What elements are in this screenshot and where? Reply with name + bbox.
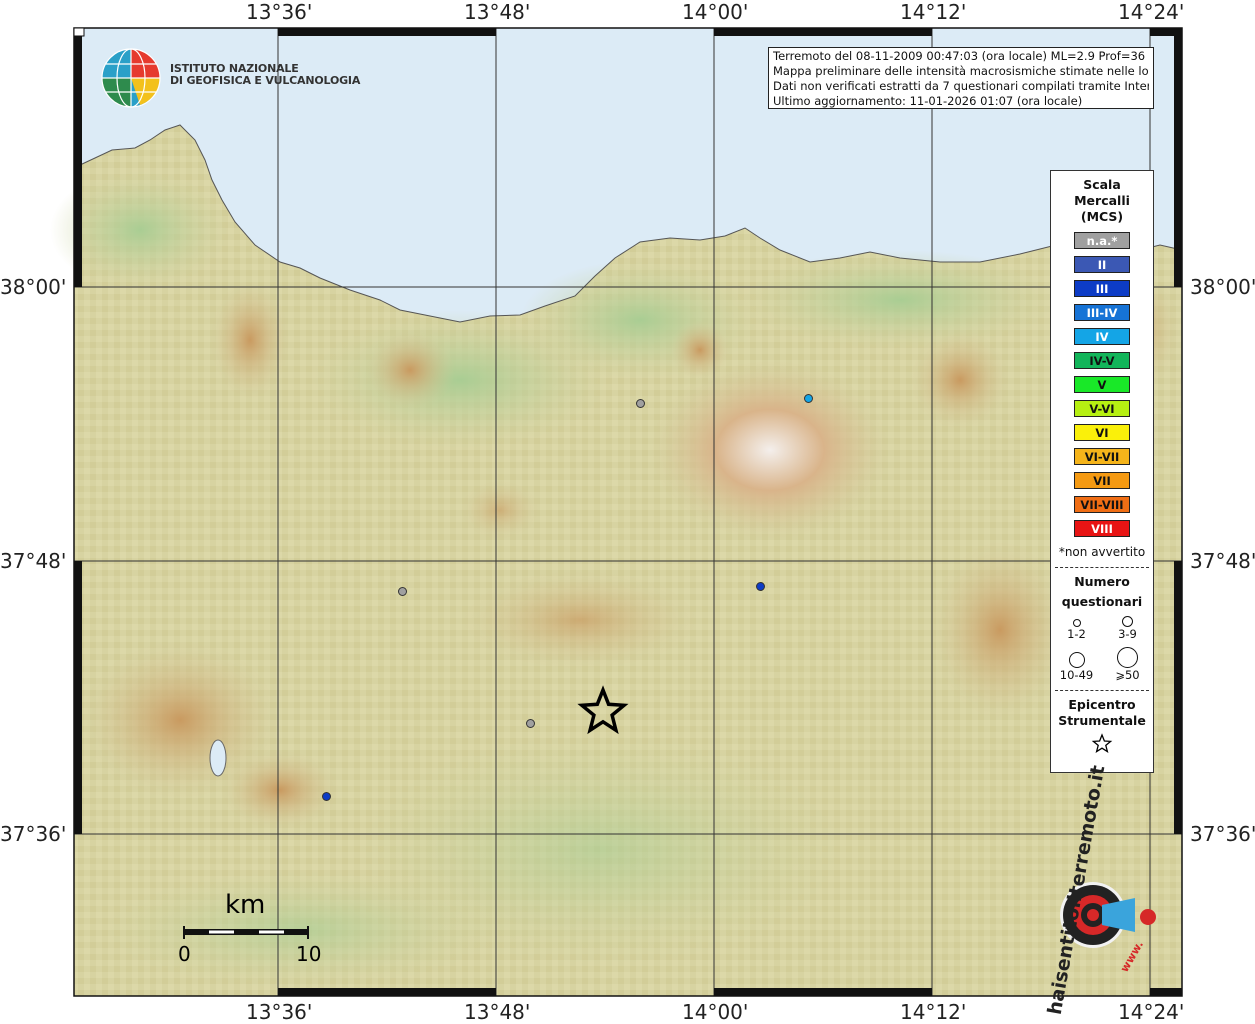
- count-label: 3-9: [1118, 627, 1137, 641]
- count-label: 10-49: [1059, 668, 1094, 682]
- intensity-swatch: IV-V: [1074, 352, 1130, 369]
- lon-label-bottom-3: 14°00': [682, 1000, 749, 1024]
- lat-label-right-3: 37°36': [1190, 822, 1255, 846]
- legend-note: *non avvertito: [1058, 545, 1146, 559]
- intensity-swatch: VI: [1074, 424, 1130, 441]
- epi-title-1: Epicentro: [1068, 697, 1136, 712]
- lat-label-left-2: 37°48': [0, 549, 67, 573]
- intensity-swatch: VIII: [1074, 520, 1130, 537]
- observation-point[interactable]: [398, 587, 407, 596]
- scale-start: 0: [178, 942, 191, 966]
- lat-label-right-1: 38°00': [1190, 275, 1255, 299]
- lat-label-left-1: 38°00': [0, 275, 67, 299]
- lon-label-bottom-2: 13°48': [464, 1000, 531, 1024]
- circle-xlarge-icon: [1117, 647, 1138, 668]
- lon-label-bottom-5: 14°24': [1118, 1000, 1185, 1024]
- lat-label-left-3: 37°36': [0, 822, 67, 846]
- count-title-2: questionari: [1061, 594, 1143, 609]
- intensity-swatch: III: [1074, 280, 1130, 297]
- observation-point[interactable]: [322, 792, 331, 801]
- intensity-swatch: III-IV: [1074, 304, 1130, 321]
- earthquake-info-box: Terremoto del 08-11-2009 00:47:03 (ora l…: [768, 47, 1154, 109]
- ingv-globe-icon: [101, 48, 161, 108]
- lon-label-bottom-1: 13°36': [246, 1000, 313, 1024]
- circle-medium-icon: [1122, 616, 1133, 627]
- intensity-swatch: VI-VII: [1074, 448, 1130, 465]
- info-line-1: Terremoto del 08-11-2009 00:47:03 (ora l…: [773, 49, 1149, 63]
- intensity-swatch: IV: [1074, 328, 1130, 345]
- legend-divider: [1055, 690, 1149, 691]
- scale-end: 10: [296, 942, 322, 966]
- lon-label-top-1: 13°36': [246, 0, 313, 24]
- legend-divider: [1055, 567, 1149, 568]
- observation-point[interactable]: [636, 399, 645, 408]
- legend-title-1: Scala: [1083, 177, 1121, 192]
- lon-label-top-4: 14°12': [900, 0, 967, 24]
- scale-bar: km 0 10: [178, 890, 322, 970]
- scale-unit: km: [225, 890, 266, 920]
- ingv-logo-text: ISTITUTO NAZIONALE DI GEOFISICA E VULCAN…: [170, 63, 360, 87]
- intensity-swatch: V: [1074, 376, 1130, 393]
- lon-label-bottom-4: 14°12': [900, 1000, 967, 1024]
- info-line-3: Dati non verificati estratti da 7 questi…: [773, 79, 1149, 93]
- info-line-2: Mappa preliminare delle intensità macros…: [773, 64, 1149, 78]
- info-line-4: Ultimo aggiornamento: 11-01-2026 01:07 (…: [773, 94, 1083, 108]
- lake: [209, 739, 227, 777]
- intensity-swatch: n.a.*: [1074, 232, 1130, 249]
- circle-large-icon: [1068, 652, 1085, 668]
- star-icon: [1091, 733, 1113, 754]
- circle-small-icon: [1072, 619, 1081, 627]
- observation-point[interactable]: [526, 719, 535, 728]
- lon-label-top-3: 14°00': [682, 0, 749, 24]
- count-label: ⩾50: [1115, 668, 1140, 682]
- lon-label-top-5: 14°24': [1118, 0, 1185, 24]
- observation-point[interactable]: [756, 582, 765, 591]
- intensity-swatch: VII: [1074, 472, 1130, 489]
- legend-panel: Scala Mercalli (MCS) n.a.* II III III-IV IV I…: [1050, 170, 1154, 773]
- count-title-1: Numero: [1074, 574, 1130, 589]
- logo-line-2: DI GEOFISICA E VULCANOLOGIA: [170, 74, 361, 87]
- legend-title-2: Mercalli: [1074, 193, 1130, 208]
- lon-label-top-2: 13°48': [464, 0, 531, 24]
- intensity-scale: n.a.* II III III-IV IV IV-V V V-VI VI VI-VII VII VI…: [1051, 232, 1153, 537]
- lat-label-right-2: 37°48': [1190, 549, 1255, 573]
- count-label: 1-2: [1067, 627, 1086, 641]
- legend-title-3: (MCS): [1080, 209, 1124, 224]
- count-symbols: 1-2 3-9 10-49 ⩾50: [1051, 616, 1153, 682]
- intensity-swatch: VII-VIII: [1074, 496, 1130, 513]
- observation-point[interactable]: [804, 394, 813, 403]
- scale-bar-graphic: [183, 926, 309, 939]
- intensity-swatch: V-VI: [1074, 400, 1130, 417]
- intensity-swatch: II: [1074, 256, 1130, 273]
- epi-title-2: Strumentale: [1058, 713, 1146, 728]
